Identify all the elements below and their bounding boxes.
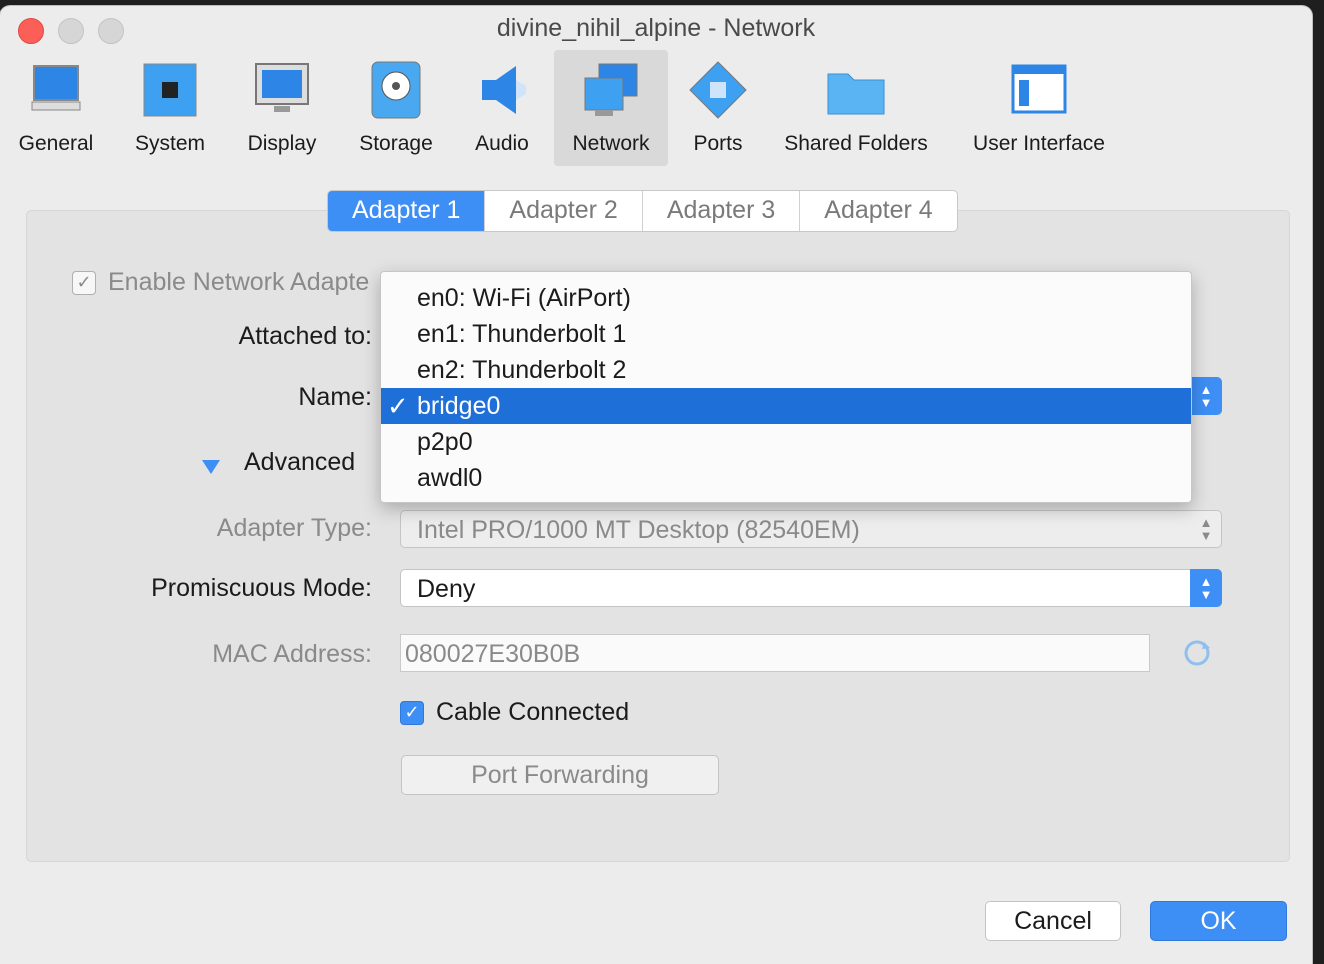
- toolbar-network[interactable]: Network: [554, 50, 668, 166]
- adapter-tabs: Adapter 1 Adapter 2 Adapter 3 Adapter 4: [327, 190, 958, 232]
- cable-connected-checkbox[interactable]: ✓: [400, 700, 424, 725]
- adapter-type-select[interactable]: Intel PRO/1000 MT Desktop (82540EM) ▲ ▼: [400, 510, 1222, 548]
- cable-connected-label: Cable Connected: [436, 698, 630, 726]
- menu-item-p2p0[interactable]: p2p0: [381, 424, 1191, 460]
- menu-item-awdl0[interactable]: awdl0: [381, 460, 1191, 496]
- menu-item-bridge0[interactable]: ✓ bridge0: [381, 388, 1191, 424]
- name-label: Name:: [298, 383, 372, 411]
- window-title: divine_nihil_alpine - Network: [496, 14, 816, 42]
- toolbar-system[interactable]: System: [120, 50, 220, 166]
- settings-toolbar: General System Display Storage Audio Net…: [0, 50, 1312, 170]
- promiscuous-mode-label: Promiscuous Mode:: [151, 574, 372, 602]
- menu-item-en0[interactable]: en0: Wi-Fi (AirPort): [381, 280, 1191, 316]
- toolbar-storage-label: Storage: [359, 132, 433, 155]
- menu-item-en1[interactable]: en1: Thunderbolt 1: [381, 316, 1191, 352]
- disk-icon: [366, 60, 426, 120]
- checkmark-icon: ✓: [387, 391, 409, 421]
- adapter-type-stepper-icon: ▲ ▼: [1199, 515, 1213, 543]
- toolbar-user-interface-label: User Interface: [973, 132, 1105, 155]
- tab-adapter-1[interactable]: Adapter 1: [328, 191, 486, 231]
- promiscuous-mode-select[interactable]: Deny ▲ ▼: [400, 569, 1222, 607]
- cancel-button[interactable]: Cancel: [985, 901, 1121, 941]
- network-icon: [581, 60, 641, 120]
- toolbar-general-label: General: [18, 132, 94, 155]
- toolbar-audio[interactable]: Audio: [458, 50, 546, 166]
- monitor-icon: [26, 60, 86, 120]
- toolbar-display[interactable]: Display: [232, 50, 332, 166]
- attached-to-label: Attached to:: [238, 322, 372, 350]
- mac-address-label: MAC Address:: [212, 640, 372, 668]
- toolbar-ports-label: Ports: [693, 132, 743, 155]
- advanced-disclosure-icon[interactable]: [202, 460, 220, 474]
- tab-adapter-3[interactable]: Adapter 3: [643, 191, 801, 231]
- refresh-mac-icon[interactable]: [1182, 638, 1212, 668]
- toolbar-user-interface[interactable]: User Interface: [962, 50, 1116, 166]
- name-dropdown-menu: en0: Wi-Fi (AirPort) en1: Thunderbolt 1 …: [380, 271, 1192, 503]
- port-forwarding-button[interactable]: Port Forwarding: [401, 755, 719, 795]
- name-select-stepper-icon: ▲ ▼: [1190, 377, 1222, 415]
- toolbar-general[interactable]: General: [8, 50, 104, 166]
- toolbar-shared-folders[interactable]: Shared Folders: [776, 50, 936, 166]
- tab-adapter-2[interactable]: Adapter 2: [485, 191, 643, 231]
- speaker-icon: [472, 60, 532, 120]
- mac-address-field[interactable]: 080027E30B0B: [400, 634, 1150, 672]
- toolbar-audio-label: Audio: [475, 132, 529, 155]
- toolbar-shared-folders-label: Shared Folders: [784, 132, 928, 155]
- toolbar-display-label: Display: [247, 132, 317, 155]
- advanced-toggle-label[interactable]: Advanced: [244, 448, 355, 477]
- chip-icon: [140, 60, 200, 120]
- promiscuous-mode-value: Deny: [417, 575, 476, 603]
- folder-icon: [826, 60, 886, 120]
- tab-adapter-4[interactable]: Adapter 4: [800, 191, 956, 231]
- ports-icon: [688, 60, 748, 120]
- title-bar: divine_nihil_alpine - Network: [0, 6, 1312, 50]
- display-icon: [252, 60, 312, 120]
- cable-connected-row[interactable]: ✓ Cable Connected: [400, 698, 629, 727]
- toolbar-network-label: Network: [572, 132, 650, 155]
- menu-item-en2[interactable]: en2: Thunderbolt 2: [381, 352, 1191, 388]
- enable-adapter-checkbox[interactable]: ✓: [72, 270, 96, 295]
- toolbar-storage[interactable]: Storage: [346, 50, 446, 166]
- promiscuous-stepper-icon: ▲ ▼: [1190, 569, 1222, 607]
- ok-button[interactable]: OK: [1150, 901, 1287, 941]
- enable-adapter-label: Enable Network Adapte: [108, 268, 370, 296]
- window-icon: [1009, 60, 1069, 120]
- adapter-type-label: Adapter Type:: [216, 514, 372, 542]
- toolbar-ports[interactable]: Ports: [676, 50, 760, 166]
- adapter-type-value: Intel PRO/1000 MT Desktop (82540EM): [417, 516, 860, 544]
- toolbar-system-label: System: [134, 132, 205, 155]
- menu-item-bridge0-label: bridge0: [417, 392, 501, 420]
- settings-window: divine_nihil_alpine - Network General Sy…: [0, 6, 1312, 964]
- enable-adapter-row[interactable]: ✓ Enable Network Adapte: [72, 268, 369, 297]
